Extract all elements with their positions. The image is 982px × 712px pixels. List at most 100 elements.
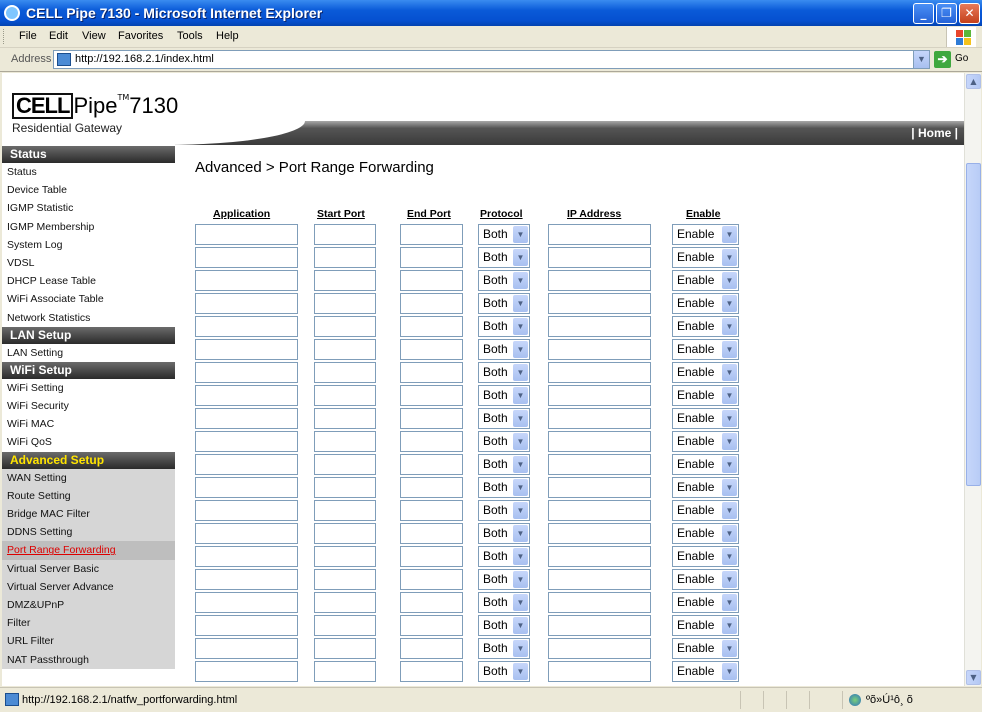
end-port-input[interactable] — [400, 247, 463, 268]
application-input[interactable] — [195, 500, 298, 521]
ip-address-input[interactable] — [548, 615, 651, 636]
sidebar-item-filter[interactable]: Filter — [2, 614, 175, 633]
protocol-select[interactable]: Both ▼ — [478, 569, 530, 590]
application-input[interactable] — [195, 454, 298, 475]
sidebar-item-status[interactable]: Status — [2, 163, 175, 182]
maximize-button[interactable]: ❐ — [936, 3, 957, 24]
ip-address-input[interactable] — [548, 477, 651, 498]
ip-address-input[interactable] — [548, 270, 651, 291]
application-input[interactable] — [195, 523, 298, 544]
enable-select[interactable]: Enable ▼ — [672, 385, 739, 406]
application-input[interactable] — [195, 224, 298, 245]
sidebar-item-system-log[interactable]: System Log — [2, 235, 175, 254]
application-input[interactable] — [195, 431, 298, 452]
start-port-input[interactable] — [314, 247, 376, 268]
end-port-input[interactable] — [400, 408, 463, 429]
start-port-input[interactable] — [314, 431, 376, 452]
enable-select[interactable]: Enable ▼ — [672, 408, 739, 429]
home-link[interactable]: | Home | — [911, 126, 958, 140]
sidebar-item-route-setting[interactable]: Route Setting — [2, 486, 175, 505]
sidebar-item-port-range-forwarding[interactable]: Port Range Forwarding — [2, 541, 175, 560]
enable-select[interactable]: Enable ▼ — [672, 523, 739, 544]
protocol-select[interactable]: Both ▼ — [478, 362, 530, 383]
ip-address-input[interactable] — [548, 523, 651, 544]
protocol-select[interactable]: Both ▼ — [478, 661, 530, 682]
application-input[interactable] — [195, 408, 298, 429]
enable-select[interactable]: Enable ▼ — [672, 661, 739, 682]
go-arrow-icon[interactable]: ➔ — [934, 51, 951, 68]
end-port-input[interactable] — [400, 615, 463, 636]
start-port-input[interactable] — [314, 454, 376, 475]
application-input[interactable] — [195, 270, 298, 291]
start-port-input[interactable] — [314, 500, 376, 521]
sidebar-item-virtual-server-basic[interactable]: Virtual Server Basic — [2, 559, 175, 578]
protocol-select[interactable]: Both ▼ — [478, 408, 530, 429]
sidebar-item-device-table[interactable]: Device Table — [2, 181, 175, 200]
go-button[interactable]: Go — [955, 53, 968, 64]
protocol-select[interactable]: Both ▼ — [478, 385, 530, 406]
end-port-input[interactable] — [400, 477, 463, 498]
sidebar-item-wifi-setting[interactable]: WiFi Setting — [2, 378, 175, 398]
start-port-input[interactable] — [314, 569, 376, 590]
application-input[interactable] — [195, 477, 298, 498]
enable-select[interactable]: Enable ▼ — [672, 592, 739, 613]
enable-select[interactable]: Enable ▼ — [672, 454, 739, 475]
start-port-input[interactable] — [314, 638, 376, 659]
enable-select[interactable]: Enable ▼ — [672, 339, 739, 360]
application-input[interactable] — [195, 247, 298, 268]
protocol-select[interactable]: Both ▼ — [478, 270, 530, 291]
ip-address-input[interactable] — [548, 224, 651, 245]
application-input[interactable] — [195, 293, 298, 314]
start-port-input[interactable] — [314, 546, 376, 567]
start-port-input[interactable] — [314, 270, 376, 291]
enable-select[interactable]: Enable ▼ — [672, 638, 739, 659]
menu-file[interactable]: File — [19, 30, 37, 42]
sidebar-item-lan-setting[interactable]: LAN Setting — [2, 343, 175, 362]
sidebar-item-dhcp-lease-table[interactable]: DHCP Lease Table — [2, 272, 175, 291]
application-input[interactable] — [195, 638, 298, 659]
enable-select[interactable]: Enable ▼ — [672, 270, 739, 291]
minimize-button[interactable]: _ — [913, 3, 934, 24]
enable-select[interactable]: Enable ▼ — [672, 615, 739, 636]
application-input[interactable] — [195, 569, 298, 590]
start-port-input[interactable] — [314, 293, 376, 314]
enable-select[interactable]: Enable ▼ — [672, 546, 739, 567]
enable-select[interactable]: Enable ▼ — [672, 247, 739, 268]
application-input[interactable] — [195, 385, 298, 406]
start-port-input[interactable] — [314, 224, 376, 245]
menu-tools[interactable]: Tools — [177, 30, 203, 42]
protocol-select[interactable]: Both ▼ — [478, 592, 530, 613]
application-input[interactable] — [195, 362, 298, 383]
start-port-input[interactable] — [314, 615, 376, 636]
start-port-input[interactable] — [314, 592, 376, 613]
menu-view[interactable]: View — [82, 30, 106, 42]
start-port-input[interactable] — [314, 385, 376, 406]
menu-help[interactable]: Help — [216, 30, 239, 42]
protocol-select[interactable]: Both ▼ — [478, 546, 530, 567]
protocol-select[interactable]: Both ▼ — [478, 477, 530, 498]
ip-address-input[interactable] — [548, 339, 651, 360]
start-port-input[interactable] — [314, 477, 376, 498]
ip-address-input[interactable] — [548, 546, 651, 567]
enable-select[interactable]: Enable ▼ — [672, 362, 739, 383]
sidebar-item-igmp-membership[interactable]: IGMP Membership — [2, 217, 175, 236]
sidebar-item-virtual-server-advance[interactable]: Virtual Server Advance — [2, 577, 175, 596]
enable-select[interactable]: Enable ▼ — [672, 316, 739, 337]
application-input[interactable] — [195, 316, 298, 337]
enable-select[interactable]: Enable ▼ — [672, 293, 739, 314]
scroll-down-icon[interactable]: ▼ — [966, 670, 981, 685]
scroll-up-icon[interactable]: ▲ — [966, 74, 981, 89]
ip-address-input[interactable] — [548, 569, 651, 590]
start-port-input[interactable] — [314, 408, 376, 429]
menu-favorites[interactable]: Favorites — [118, 30, 163, 42]
protocol-select[interactable]: Both ▼ — [478, 247, 530, 268]
end-port-input[interactable] — [400, 454, 463, 475]
end-port-input[interactable] — [400, 592, 463, 613]
sidebar-item-wifi-security[interactable]: WiFi Security — [2, 397, 175, 416]
end-port-input[interactable] — [400, 224, 463, 245]
ip-address-input[interactable] — [548, 316, 651, 337]
ip-address-input[interactable] — [548, 592, 651, 613]
end-port-input[interactable] — [400, 270, 463, 291]
end-port-input[interactable] — [400, 500, 463, 521]
start-port-input[interactable] — [314, 523, 376, 544]
